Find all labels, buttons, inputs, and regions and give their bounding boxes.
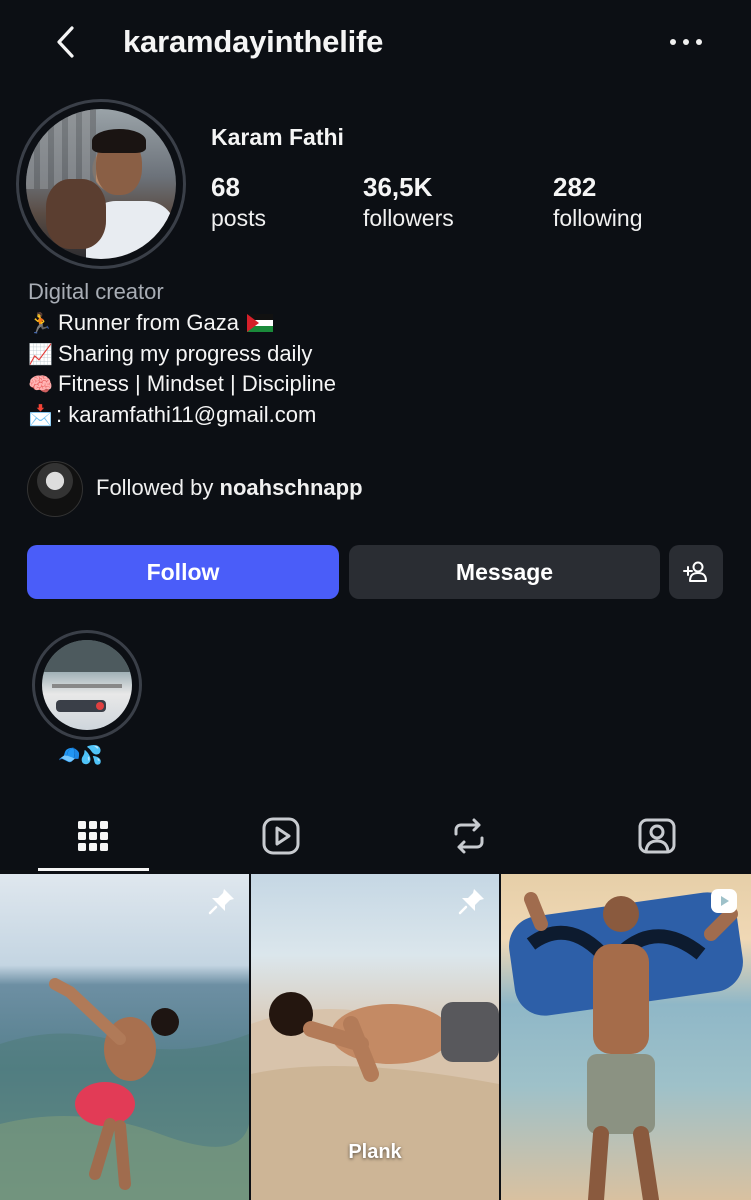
follow-button[interactable]: Follow bbox=[27, 545, 339, 599]
story-highlight[interactable] bbox=[42, 640, 132, 730]
profile-username: karamdayinthelife bbox=[123, 24, 384, 59]
reels-icon[interactable] bbox=[259, 814, 303, 858]
highlight-label: 🧢💦 bbox=[58, 745, 103, 766]
post-tile[interactable]: Plank bbox=[251, 874, 499, 1200]
message-button[interactable]: Message bbox=[349, 545, 660, 599]
posts-label[interactable]: posts bbox=[211, 205, 266, 232]
post-tile[interactable] bbox=[501, 874, 751, 1200]
mutual-follower-avatar[interactable] bbox=[27, 461, 83, 517]
brain-emoji: 🧠 bbox=[28, 372, 53, 396]
profile-tab-bar bbox=[0, 800, 751, 872]
active-tab-indicator bbox=[38, 868, 149, 871]
followed-by-text[interactable]: Followed by noahschnapp bbox=[96, 475, 363, 501]
profile-full-name: Karam Fathi bbox=[211, 124, 344, 150]
avatar[interactable] bbox=[26, 109, 176, 259]
add-person-icon bbox=[683, 561, 707, 582]
reel-icon bbox=[711, 889, 737, 913]
followers-label[interactable]: followers bbox=[363, 205, 454, 232]
following-label[interactable]: following bbox=[553, 205, 643, 232]
following-count[interactable]: 282 bbox=[553, 172, 596, 203]
tagged-icon[interactable] bbox=[635, 814, 679, 858]
reposts-icon[interactable] bbox=[447, 814, 491, 858]
more-options-icon[interactable] bbox=[670, 36, 702, 48]
bio-email-line[interactable]: 📩 : karamfathi11@gmail.com bbox=[28, 402, 316, 428]
bio-line: 🏃 Runner from Gaza bbox=[28, 310, 273, 336]
post-tile[interactable] bbox=[0, 874, 249, 1200]
posts-count[interactable]: 68 bbox=[211, 172, 240, 203]
chart-emoji: 📈 bbox=[28, 342, 53, 366]
suggest-user-button[interactable] bbox=[669, 545, 723, 599]
pin-icon bbox=[458, 889, 484, 915]
bio-line: 🧠 Fitness | Mindset | Discipline bbox=[28, 371, 336, 396]
bio-line: 📈 Sharing my progress daily bbox=[28, 341, 313, 366]
palestine-flag-icon bbox=[246, 314, 273, 332]
back-chevron-icon[interactable] bbox=[48, 22, 88, 62]
runner-emoji: 🏃 bbox=[28, 311, 53, 335]
profile-category: Digital creator bbox=[28, 279, 164, 304]
pin-icon bbox=[208, 889, 234, 915]
followers-count[interactable]: 36,5K bbox=[363, 172, 432, 203]
grid-icon[interactable] bbox=[71, 814, 115, 858]
post-caption: Plank bbox=[348, 1141, 402, 1163]
